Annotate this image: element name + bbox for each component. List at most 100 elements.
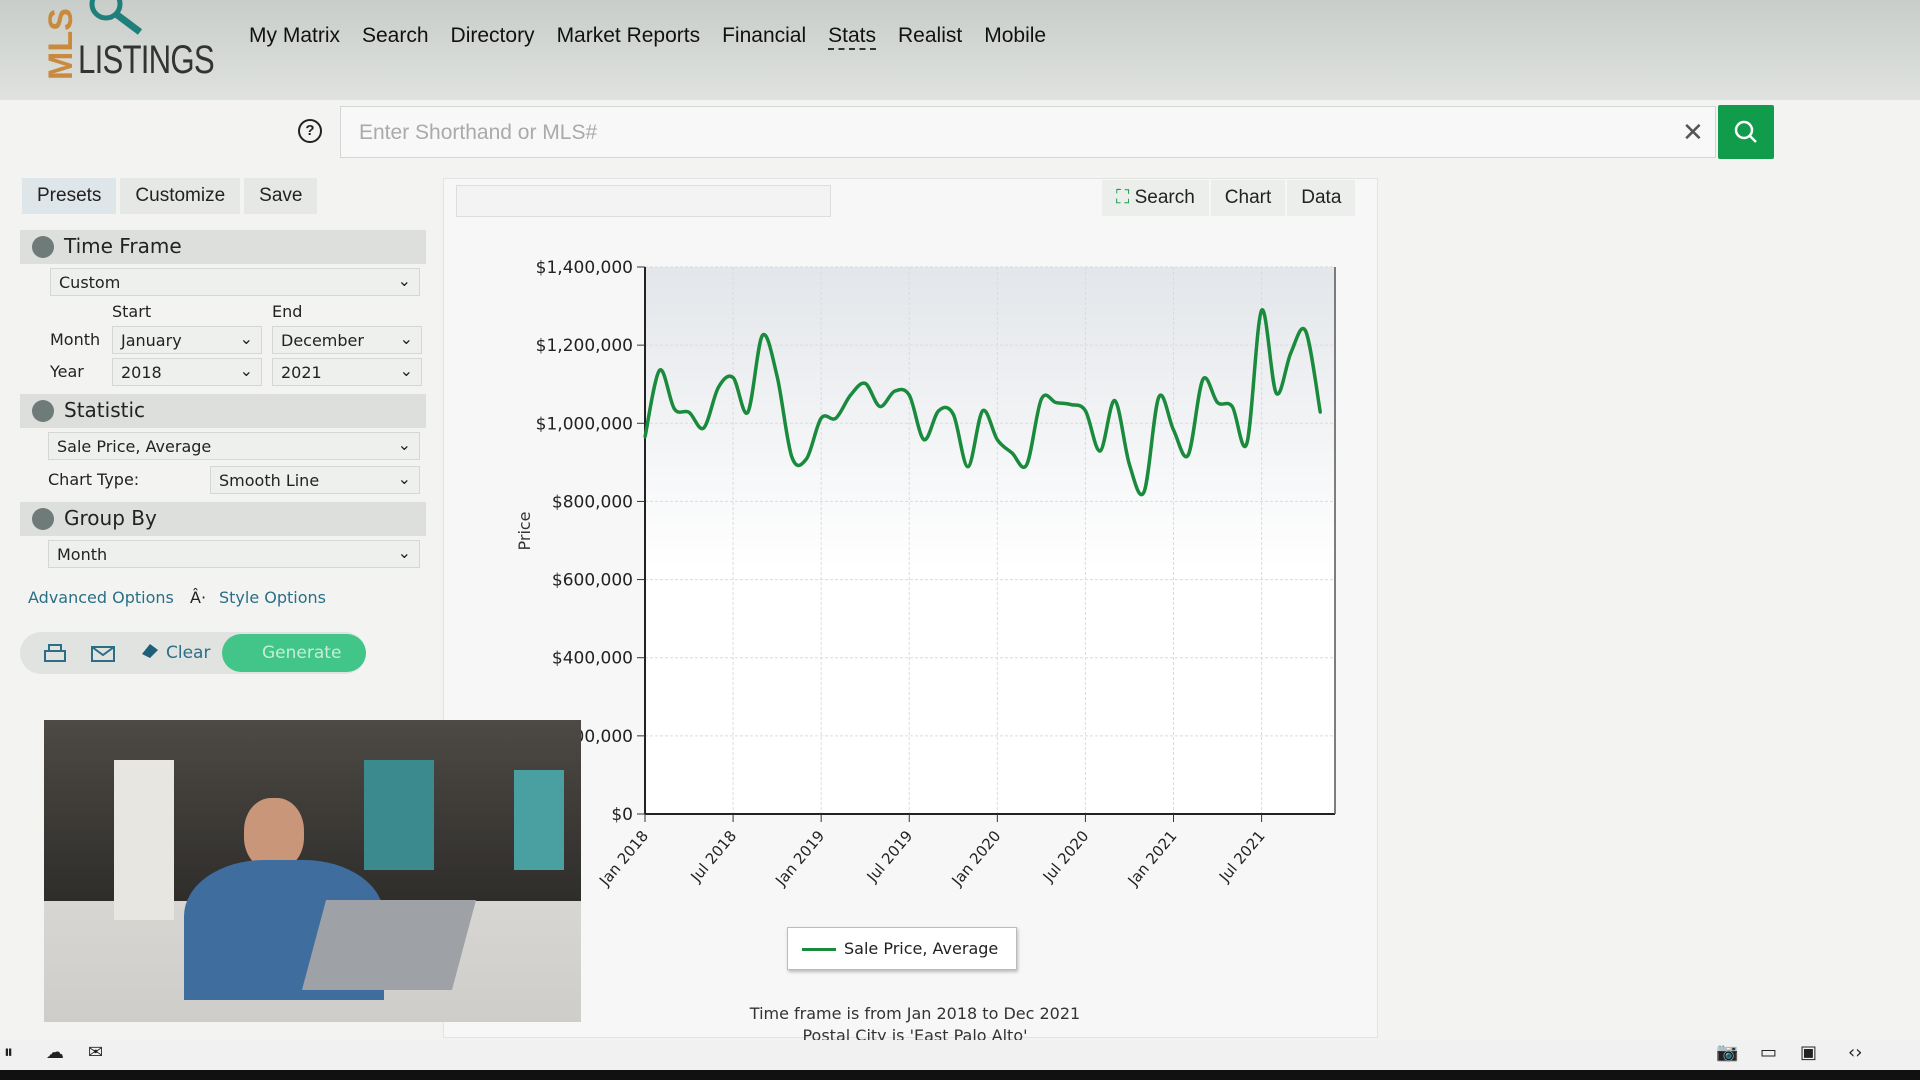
chart-type-label: Chart Type: xyxy=(48,470,140,489)
logo-mls-text: MLS xyxy=(42,8,80,80)
end-month-value: December xyxy=(281,331,364,350)
style-options-link[interactable]: Style Options xyxy=(219,588,326,607)
chart-tabs: ⛶ Search Chart Data xyxy=(1100,180,1356,216)
clear-search-icon[interactable]: ✕ xyxy=(1682,118,1704,148)
tab-search[interactable]: ⛶ Search xyxy=(1102,180,1209,216)
criteria-panel: Time Frame Custom ⌄ Start End Month Year … xyxy=(20,226,426,616)
chart-title-input[interactable] xyxy=(456,185,831,217)
chevron-down-icon: ⌄ xyxy=(397,435,411,454)
plot-area xyxy=(645,267,1335,814)
nav-market-reports[interactable]: Market Reports xyxy=(557,24,701,50)
time-frame-title: Time Frame xyxy=(64,234,182,258)
logo-listings-text: LISTINGS xyxy=(78,38,215,82)
collapse-icon[interactable] xyxy=(32,400,54,422)
tab-presets[interactable]: Presets xyxy=(22,178,117,214)
price-chart: $0$200,000$400,000$600,000$800,000$1,000… xyxy=(515,258,1336,890)
camera-icon[interactable]: 📷 xyxy=(1716,1042,1738,1063)
group-by-select[interactable]: Month ⌄ xyxy=(48,540,420,568)
cloud-icon[interactable]: ☁ xyxy=(46,1042,64,1063)
expand-icon: ⛶ xyxy=(1116,187,1135,208)
magnifier-logo-icon xyxy=(89,0,143,35)
time-frame-header[interactable]: Time Frame xyxy=(20,230,426,264)
tab-chart[interactable]: Chart xyxy=(1210,180,1286,216)
y-tick-label: $400,000 xyxy=(552,649,633,669)
end-month-select[interactable]: December ⌄ xyxy=(272,326,422,354)
tab-data[interactable]: Data xyxy=(1287,180,1356,216)
collapse-icon[interactable] xyxy=(32,236,54,258)
nav-directory[interactable]: Directory xyxy=(451,24,535,50)
eraser-icon xyxy=(142,644,158,658)
tab-search-label: Search xyxy=(1134,187,1195,208)
generate-button[interactable]: Generate xyxy=(222,634,366,672)
start-month-select[interactable]: January ⌄ xyxy=(112,326,262,354)
advanced-options-link[interactable]: Advanced Options xyxy=(28,588,174,607)
chart-type-value: Smooth Line xyxy=(219,471,320,490)
screen-icon[interactable]: ▭ xyxy=(1760,1042,1777,1063)
statistic-header[interactable]: Statistic xyxy=(20,394,426,428)
collapse-icon[interactable] xyxy=(32,508,54,530)
x-tick-label: Jul 2020 xyxy=(1039,827,1093,886)
statistic-value: Sale Price, Average xyxy=(57,437,212,456)
mlslistings-logo[interactable]: MLS LISTINGS xyxy=(42,0,215,90)
chart-type-select[interactable]: Smooth Line ⌄ xyxy=(210,466,420,494)
end-year-value: 2021 xyxy=(281,363,322,382)
chevron-down-icon: ⌄ xyxy=(239,361,253,380)
nav-financial[interactable]: Financial xyxy=(722,24,806,50)
search-button[interactable] xyxy=(1718,105,1774,159)
statistic-select[interactable]: Sale Price, Average ⌄ xyxy=(48,432,420,460)
print-icon[interactable] xyxy=(42,642,68,666)
y-tick-label: $0 xyxy=(611,805,633,825)
email-icon[interactable] xyxy=(90,644,116,664)
x-tick-label: Jan 2020 xyxy=(947,827,1004,890)
pause-icon[interactable]: ⏸ xyxy=(4,1042,13,1063)
x-tick-label: Jan 2021 xyxy=(1124,827,1181,890)
x-tick-label: Jul 2021 xyxy=(1215,827,1269,886)
main-nav: My Matrix Search Directory Market Report… xyxy=(249,24,1046,50)
x-tick-label: Jan 2018 xyxy=(595,827,652,890)
start-year-value: 2018 xyxy=(121,363,162,382)
x-tick-label: Jul 2019 xyxy=(863,827,917,886)
nav-mobile[interactable]: Mobile xyxy=(984,24,1046,50)
statistic-title: Statistic xyxy=(64,398,146,422)
time-frame-select[interactable]: Custom ⌄ xyxy=(50,268,420,296)
y-tick-label: $800,000 xyxy=(552,492,633,512)
help-icon[interactable]: ? xyxy=(298,119,322,143)
end-year-select[interactable]: 2021 ⌄ xyxy=(272,358,422,386)
wall-art xyxy=(514,770,564,870)
code-icon[interactable]: ‹› xyxy=(1848,1042,1862,1063)
time-frame-value: Custom xyxy=(59,273,121,292)
start-year-select[interactable]: 2018 ⌄ xyxy=(112,358,262,386)
chart-legend[interactable]: Sale Price, Average xyxy=(787,927,1017,970)
nav-realist[interactable]: Realist xyxy=(898,24,962,50)
chevron-down-icon: ⌄ xyxy=(397,271,411,290)
clear-button[interactable]: Clear xyxy=(166,643,210,663)
nav-search[interactable]: Search xyxy=(362,24,429,50)
y-tick-label: $1,200,000 xyxy=(536,336,633,356)
bottom-toolbar: ⏸ ☁ ✉ 📷 ▭ ▣ ‹› xyxy=(0,1040,1920,1070)
tab-customize[interactable]: Customize xyxy=(120,178,241,214)
y-tick-label: $1,000,000 xyxy=(536,414,633,434)
laptop xyxy=(301,900,477,990)
start-label: Start xyxy=(112,302,152,321)
start-month-value: January xyxy=(121,331,182,350)
nav-stats[interactable]: Stats xyxy=(828,24,877,50)
image-icon[interactable]: ▣ xyxy=(1800,1042,1817,1063)
nav-my-matrix[interactable]: My Matrix xyxy=(249,24,340,50)
chevron-down-icon: ⌄ xyxy=(399,361,413,380)
screen-bezel xyxy=(0,1070,1920,1080)
group-by-header[interactable]: Group By xyxy=(20,502,426,536)
wall-art xyxy=(364,760,434,870)
legend-swatch xyxy=(802,948,836,951)
legend-label: Sale Price, Average xyxy=(844,939,999,958)
shorthand-search-input[interactable]: Enter Shorthand or MLS# xyxy=(340,106,1716,158)
y-tick-label: $1,400,000 xyxy=(536,258,633,278)
door xyxy=(114,760,174,920)
tab-save[interactable]: Save xyxy=(244,178,318,214)
chevron-down-icon: ⌄ xyxy=(397,543,411,562)
y-tick-label: $600,000 xyxy=(552,571,633,591)
chevron-down-icon: ⌄ xyxy=(399,329,413,348)
mail-icon[interactable]: ✉ xyxy=(88,1042,103,1063)
year-label: Year xyxy=(50,362,84,381)
separator: Â· xyxy=(190,588,207,607)
group-by-title: Group By xyxy=(64,506,157,530)
